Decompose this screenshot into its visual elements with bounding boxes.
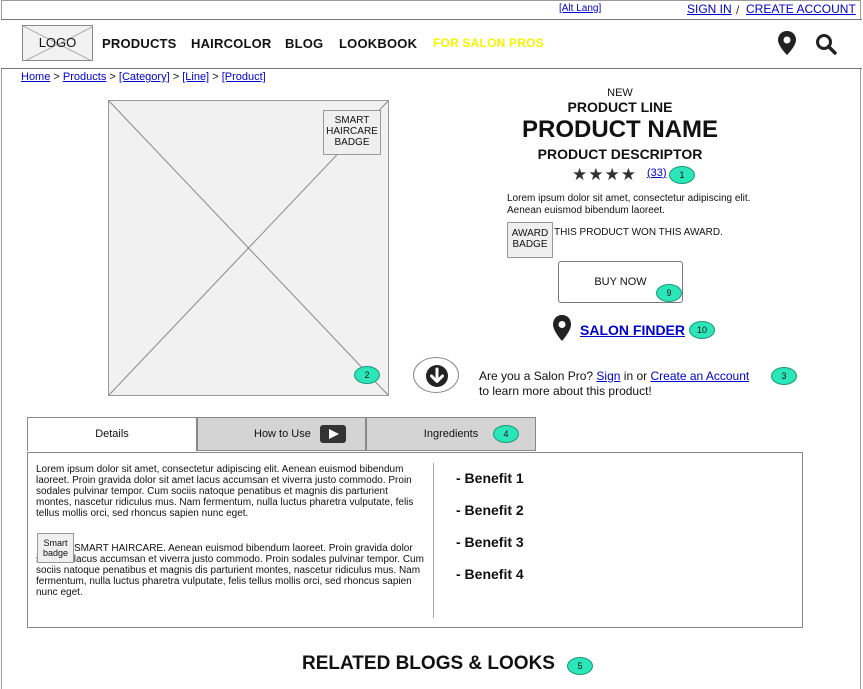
location-pin-icon <box>552 314 572 347</box>
annotation-marker: 10 <box>689 321 715 339</box>
salon-pro-prompt: Are you a Salon Pro? Sign in or Create a… <box>479 369 809 399</box>
star-icon: ★ <box>588 165 605 184</box>
product-eyebrow: NEW <box>607 87 633 99</box>
smart-haircare-paragraph: SMART HAIRCARE. Aenean euismod bibendum … <box>36 543 424 598</box>
breadcrumb-separator: > <box>212 71 219 83</box>
annotation-marker: 1 <box>669 166 695 184</box>
product-descriptor: PRODUCT DESCRIPTOR <box>537 146 703 162</box>
sign-in-link[interactable]: SIGN IN <box>687 2 732 16</box>
annotation-marker: 2 <box>354 366 380 384</box>
star-icon: ★ <box>572 165 589 184</box>
rating-stars[interactable]: ★★★★ <box>572 165 637 185</box>
breadcrumb-separator: > <box>53 71 60 83</box>
breadcrumb-separator: > <box>172 71 180 83</box>
logo[interactable]: LOGO <box>22 25 93 61</box>
site-header: LOGO PRODUCTS HAIRCOLOR BLOG LOOKBOOK FO… <box>1 19 862 69</box>
nav-for-salon-pros[interactable]: FOR SALON PROS <box>433 36 544 50</box>
breadcrumb-products[interactable]: Products <box>63 71 106 83</box>
tab-ingredients-label: Ingredients <box>423 428 479 440</box>
annotation-marker: 4 <box>493 425 519 443</box>
benefit-item: - Benefit 4 <box>456 566 524 582</box>
product-name: PRODUCT NAME <box>522 116 718 143</box>
location-pin-icon[interactable] <box>777 30 797 61</box>
alt-lang-link[interactable]: [Alt Lang] <box>559 3 601 14</box>
breadcrumb-product[interactable]: [Product] <box>222 71 266 83</box>
logo-text: LOGO <box>38 35 77 50</box>
search-icon[interactable] <box>815 33 837 60</box>
nav-lookbook[interactable]: LOOKBOOK <box>339 36 417 51</box>
salon-pro-prefix: Are you a Salon Pro? <box>479 369 594 383</box>
utility-separator: / <box>736 3 740 17</box>
breadcrumb: Home > Products > [Category] > [Line] > … <box>21 71 266 83</box>
salon-pro-create-account-link[interactable]: Create an Account <box>650 369 749 383</box>
scroll-down-button[interactable] <box>413 357 459 393</box>
nav-blog[interactable]: BLOG <box>285 36 323 51</box>
product-line: PRODUCT LINE <box>567 99 673 115</box>
salon-pro-suffix: to learn more about this product! <box>479 384 652 398</box>
salon-pro-sign-in-link[interactable]: Sign <box>596 369 620 383</box>
annotation-marker: 3 <box>771 367 797 385</box>
nav-products[interactable]: PRODUCTS <box>102 36 177 51</box>
tab-details-label: Details <box>95 428 129 440</box>
smart-haircare-badge: SMART HAIRCARE BADGE <box>323 110 381 155</box>
benefit-item: - Benefit 2 <box>456 502 524 518</box>
breadcrumb-line[interactable]: [Line] <box>182 71 209 83</box>
arrow-down-icon <box>426 365 448 387</box>
panel-divider <box>433 463 434 618</box>
tab-how-to-use-label: How to Use <box>254 428 311 440</box>
benefit-item: - Benefit 3 <box>456 534 524 550</box>
annotation-marker: 5 <box>567 657 593 675</box>
breadcrumb-category[interactable]: [Category] <box>119 71 170 83</box>
award-text: THIS PRODUCT WON THIS AWARD. <box>554 227 723 238</box>
tab-details[interactable]: Details <box>27 417 197 451</box>
create-account-link[interactable]: CREATE ACCOUNT <box>746 2 856 16</box>
benefit-item: - Benefit 1 <box>456 470 524 486</box>
salon-finder-link[interactable]: SALON FINDER <box>580 322 685 338</box>
details-panel: Lorem ipsum dolor sit amet, consectetur … <box>27 452 803 628</box>
tab-how-to-use[interactable]: How to Use <box>197 417 366 451</box>
salon-pro-middle: in or <box>623 369 648 383</box>
play-video-icon <box>320 425 346 443</box>
product-image[interactable]: SMART HAIRCARE BADGE <box>108 100 389 396</box>
breadcrumb-home[interactable]: Home <box>21 71 50 83</box>
annotation-marker: 9 <box>656 284 682 302</box>
smart-badge: Smart badge <box>37 533 74 563</box>
related-blogs-heading: RELATED BLOGS & LOOKS <box>302 653 555 674</box>
product-description: Lorem ipsum dolor sit amet, consectetur … <box>507 193 751 216</box>
breadcrumb-separator: > <box>109 71 116 83</box>
award-badge: AWARD BADGE <box>507 222 553 258</box>
utility-bar: [Alt Lang] SIGN IN / CREATE ACCOUNT <box>0 0 863 18</box>
nav-haircolor[interactable]: HAIRCOLOR <box>191 36 272 51</box>
star-icon: ★ <box>604 165 621 184</box>
details-paragraph: Lorem ipsum dolor sit amet, consectetur … <box>36 464 414 519</box>
star-icon: ★ <box>620 165 637 184</box>
review-count-link[interactable]: (33) <box>647 167 667 179</box>
